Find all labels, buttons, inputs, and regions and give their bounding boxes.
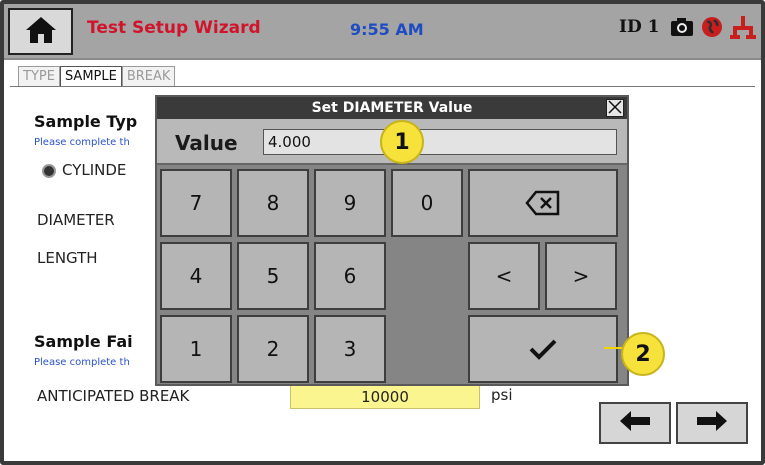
sample-type-hint: Please complete th	[34, 137, 130, 148]
back-button[interactable]	[599, 402, 671, 444]
key-8[interactable]: 8	[237, 169, 309, 237]
close-button[interactable]	[606, 99, 624, 117]
anticipated-break-field[interactable]: 10000	[290, 385, 480, 409]
tab-divider	[10, 86, 755, 87]
length-label: LENGTH	[37, 249, 98, 267]
key-9[interactable]: 9	[314, 169, 386, 237]
backspace-icon	[525, 190, 561, 216]
cursor-left-button[interactable]: <	[468, 242, 540, 310]
unit-label: psi	[491, 386, 513, 404]
arrow-left-icon	[618, 410, 652, 436]
value-label: Value	[175, 131, 238, 155]
close-icon	[608, 99, 622, 118]
tab-break[interactable]: BREAK	[121, 66, 176, 86]
cursor-right-button[interactable]: >	[545, 242, 617, 310]
anticipated-break-label: ANTICIPATED BREAK	[37, 387, 190, 405]
clock: 9:55 AM	[350, 20, 424, 39]
wizard-tabs: TYPE SAMPLE BREAK	[18, 66, 176, 86]
tab-type[interactable]: TYPE	[18, 66, 60, 86]
value-input[interactable]: 4.000	[263, 129, 617, 155]
callout-1: 1	[380, 120, 424, 164]
next-button[interactable]	[676, 402, 748, 444]
key-1[interactable]: 1	[160, 315, 232, 383]
key-7[interactable]: 7	[160, 169, 232, 237]
app-title: Test Setup Wizard	[87, 18, 261, 38]
callout-2: 2	[621, 332, 665, 376]
network-icon[interactable]	[730, 14, 756, 44]
dialog-title: Set DIAMETER Value	[157, 97, 627, 119]
title-bar: Test Setup Wizard 9:55 AM ID 1	[4, 4, 761, 60]
home-icon	[24, 15, 58, 49]
tab-sample[interactable]: SAMPLE	[59, 66, 122, 86]
key-5[interactable]: 5	[237, 242, 309, 310]
confirm-button[interactable]	[468, 315, 618, 383]
sample-failure-title: Sample Fai	[34, 332, 133, 351]
device-screen: Test Setup Wizard 9:55 AM ID 1 TYPE SAMP…	[0, 0, 765, 465]
globe-icon[interactable]	[701, 16, 723, 42]
sample-failure-hint: Please complete th	[34, 357, 130, 368]
arrow-right-icon	[695, 410, 729, 436]
station-id: ID 1	[619, 17, 660, 37]
diameter-label: DIAMETER	[37, 211, 115, 229]
cylinder-radio[interactable]	[42, 164, 56, 178]
key-6[interactable]: 6	[314, 242, 386, 310]
checkmark-icon	[529, 338, 557, 360]
sample-type-title: Sample Typ	[34, 112, 138, 131]
backspace-button[interactable]	[468, 169, 618, 237]
key-0[interactable]: 0	[391, 169, 463, 237]
key-4[interactable]: 4	[160, 242, 232, 310]
cylinder-label: CYLINDE	[62, 161, 127, 179]
key-2[interactable]: 2	[237, 315, 309, 383]
key-3[interactable]: 3	[314, 315, 386, 383]
home-button[interactable]	[8, 8, 73, 55]
camera-icon[interactable]	[670, 16, 694, 42]
